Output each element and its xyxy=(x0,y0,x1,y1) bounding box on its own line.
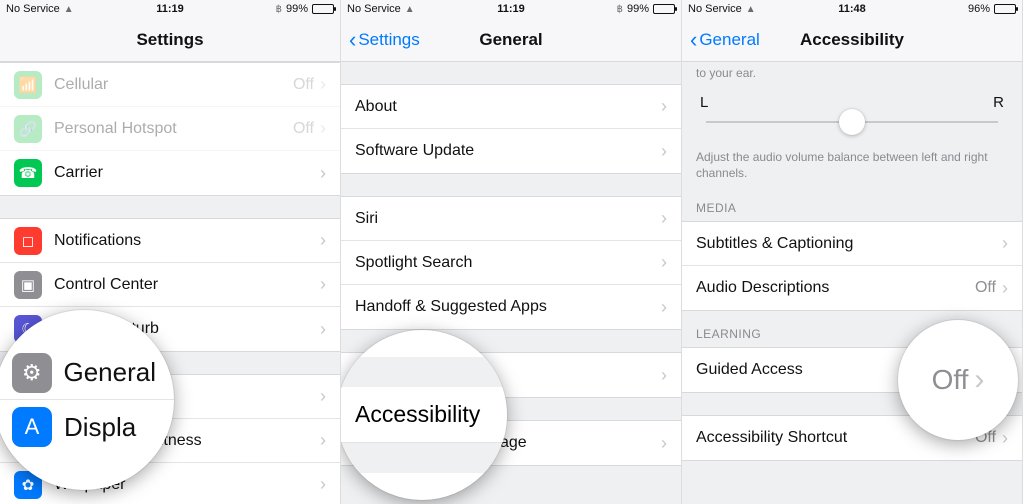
chevron-right-icon: › xyxy=(661,433,667,454)
status-bar: No Service ▲ 11:19 ฿ 99% xyxy=(0,0,340,18)
nav-bar: ‹ Settings General xyxy=(341,18,681,62)
balance-slider[interactable] xyxy=(706,121,998,123)
chevron-right-icon: › xyxy=(661,252,667,273)
row-hotspot[interactable]: 🔗 Personal Hotspot Off › xyxy=(0,107,340,151)
clock: 11:19 xyxy=(0,3,340,15)
spotlight-label: Spotlight Search xyxy=(355,254,661,272)
row-audio-descriptions[interactable]: Audio Descriptions Off › xyxy=(682,266,1022,310)
chevron-right-icon: › xyxy=(320,430,326,451)
screen-accessibility: No Service ▲ 11:48 96% ‹ General Accessi… xyxy=(682,0,1023,504)
cc-label: Control Center xyxy=(54,276,320,294)
clock: 11:48 xyxy=(682,3,1022,15)
nav-bar: ‹ General Accessibility xyxy=(682,18,1022,62)
mag-display-label: Displa xyxy=(64,412,136,443)
chevron-right-icon: › xyxy=(974,363,984,397)
magnifier-off: Off › xyxy=(898,320,1018,440)
audio-balance: L R xyxy=(682,80,1022,141)
hotspot-value: Off xyxy=(293,120,314,138)
swu-label: Software Update xyxy=(355,142,661,160)
audiodesc-label: Audio Descriptions xyxy=(696,279,975,297)
chevron-right-icon: › xyxy=(1002,278,1008,299)
clock: 11:19 xyxy=(341,3,681,15)
screen-settings: No Service ▲ 11:19 ฿ 99% Settings 📶 Cell… xyxy=(0,0,341,504)
group-connectivity: 📶 Cellular Off › 🔗 Personal Hotspot Off … xyxy=(0,62,340,196)
chevron-right-icon: › xyxy=(320,386,326,407)
notifications-icon: ◻ xyxy=(14,227,42,255)
chevron-right-icon: › xyxy=(320,474,326,495)
gear-icon: ⚙ xyxy=(12,353,52,393)
row-subtitles[interactable]: Subtitles & Captioning › xyxy=(682,222,1022,266)
row-notifications[interactable]: ◻ Notifications › xyxy=(0,219,340,263)
group-siri: Siri › Spotlight Search › Handoff & Sugg… xyxy=(341,196,681,330)
mag-off-value: Off xyxy=(932,364,969,396)
cellular-icon: 📶 xyxy=(14,71,42,99)
chevron-right-icon: › xyxy=(320,230,326,251)
row-cellular[interactable]: 📶 Cellular Off › xyxy=(0,63,340,107)
battery-icon xyxy=(312,4,334,14)
chevron-right-icon: › xyxy=(320,274,326,295)
siri-label: Siri xyxy=(355,210,661,228)
mag-accessibility-label: Accessibility xyxy=(355,401,480,428)
row-software-update[interactable]: Software Update › xyxy=(341,129,681,173)
row-control-center[interactable]: ▣ Control Center › xyxy=(0,263,340,307)
status-bar: No Service ▲ 11:19 ฿ 99% xyxy=(341,0,681,18)
magnifier-general: ⚙ General A Displa xyxy=(0,310,174,490)
row-handoff[interactable]: Handoff & Suggested Apps › xyxy=(341,285,681,329)
subtitles-label: Subtitles & Captioning xyxy=(696,235,1002,253)
chevron-right-icon: › xyxy=(320,74,326,95)
slider-thumb[interactable] xyxy=(839,109,865,135)
chevron-right-icon: › xyxy=(320,118,326,139)
battery-icon xyxy=(994,4,1016,14)
status-bar: No Service ▲ 11:48 96% xyxy=(682,0,1022,18)
balance-right-label: R xyxy=(993,94,1004,111)
carrier-label: Carrier xyxy=(54,164,320,182)
display-icon: A xyxy=(12,407,52,447)
row-carrier[interactable]: ☎ Carrier › xyxy=(0,151,340,195)
group-media: Subtitles & Captioning › Audio Descripti… xyxy=(682,221,1022,311)
carrier-icon: ☎ xyxy=(14,159,42,187)
screen-general: No Service ▲ 11:19 ฿ 99% ‹ Settings Gene… xyxy=(341,0,682,504)
chevron-right-icon: › xyxy=(661,297,667,318)
notifications-label: Notifications xyxy=(54,232,320,250)
chevron-right-icon: › xyxy=(661,141,667,162)
hotspot-icon: 🔗 xyxy=(14,115,42,143)
group-about: About › Software Update › xyxy=(341,84,681,174)
row-spotlight[interactable]: Spotlight Search › xyxy=(341,241,681,285)
truncated-text: to your ear. xyxy=(682,62,1022,80)
cell-label: Cellular xyxy=(54,76,293,94)
chevron-right-icon: › xyxy=(320,163,326,184)
chevron-right-icon: › xyxy=(1002,428,1008,449)
balance-footer: Adjust the audio volume balance between … xyxy=(682,141,1022,185)
page-title: Settings xyxy=(0,30,340,50)
chevron-right-icon: › xyxy=(1002,233,1008,254)
row-about[interactable]: About › xyxy=(341,85,681,129)
chevron-right-icon: › xyxy=(661,365,667,386)
chevron-right-icon: › xyxy=(661,208,667,229)
bluetooth-icon: ฿ xyxy=(617,4,623,15)
chevron-right-icon: › xyxy=(661,96,667,117)
header-media: MEDIA xyxy=(682,185,1022,221)
page-title: Accessibility xyxy=(682,30,1022,50)
battery-icon xyxy=(653,4,675,14)
control-center-icon: ▣ xyxy=(14,271,42,299)
row-siri[interactable]: Siri › xyxy=(341,197,681,241)
page-title: General xyxy=(341,30,681,50)
nav-bar: Settings xyxy=(0,18,340,62)
mag-general-label: General xyxy=(64,357,157,388)
about-label: About xyxy=(355,98,661,116)
audiodesc-value: Off xyxy=(975,279,996,297)
bluetooth-icon: ฿ xyxy=(276,4,282,15)
handoff-label: Handoff & Suggested Apps xyxy=(355,298,661,316)
balance-left-label: L xyxy=(700,94,708,111)
chevron-right-icon: › xyxy=(320,319,326,340)
magnifier-accessibility: Accessibility xyxy=(341,330,507,500)
cell-value: Off xyxy=(293,76,314,94)
hotspot-label: Personal Hotspot xyxy=(54,120,293,138)
